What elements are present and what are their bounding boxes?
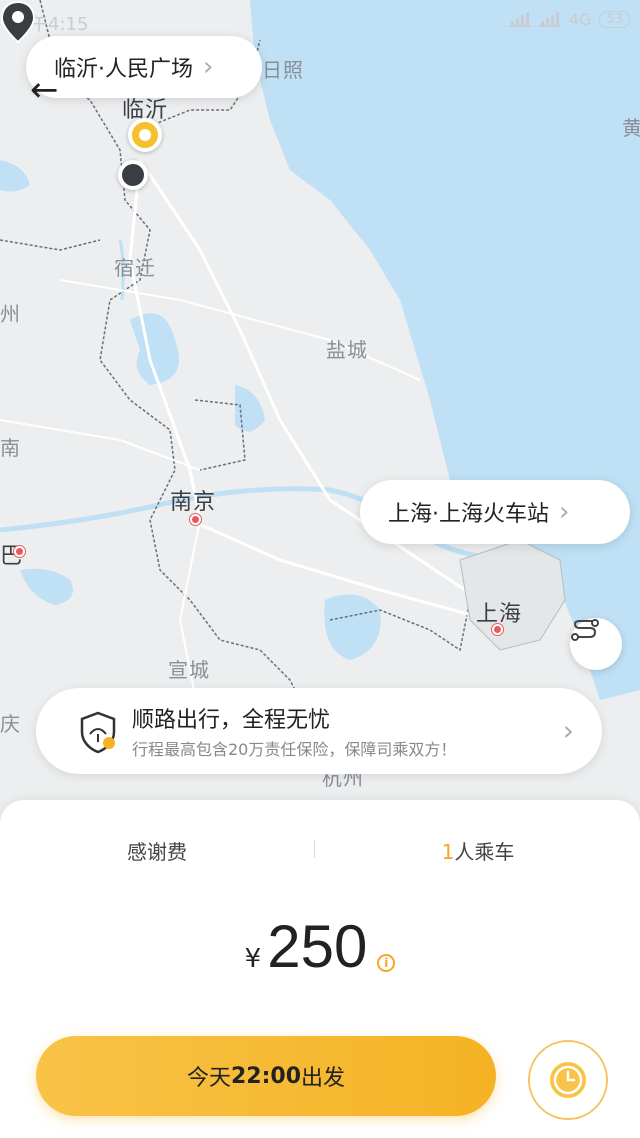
info-icon[interactable]: i (377, 954, 396, 972)
order-sheet: 感谢费 1人乘车 ¥ 250 i 今天 22:00 出发 (0, 800, 640, 1138)
passenger-label: 人乘车 (454, 840, 515, 864)
clock-icon (550, 1062, 586, 1098)
map-label-qing: 庆 (0, 712, 21, 736)
map-label-nan: 南 (0, 436, 21, 460)
destination-pin (0, 0, 36, 44)
network-type: 4G (568, 10, 592, 29)
route-icon (571, 619, 599, 641)
origin-label: 临沂·人民广场 (54, 57, 193, 82)
divider (314, 840, 315, 858)
map-label-suqian: 宿迁 (114, 256, 156, 280)
depart-button[interactable]: 今天 22:00 出发 (36, 1036, 496, 1116)
destination-callout[interactable]: 上海·上海火车站 › (360, 480, 630, 544)
signal-icon (508, 11, 531, 27)
nanjing-marker (190, 514, 201, 525)
passenger-count: 1 (441, 840, 455, 864)
depart-time: 22:00 (230, 1063, 302, 1089)
map-label-xuancheng: 宣城 (168, 658, 210, 682)
arrow-left-icon: ← (30, 70, 59, 110)
map-label-shanghai: 上海 (476, 602, 523, 627)
banner-subtitle: 行程最高包含20万责任保险，保障司乘双方！ (132, 740, 457, 759)
battery-icon: 53 (599, 11, 630, 28)
passenger-count-button[interactable]: 1人乘车 (316, 836, 640, 865)
map-label-yancheng: 盐城 (326, 338, 368, 362)
signal-icon-2 (538, 11, 561, 27)
shanghai-marker (492, 624, 503, 635)
current-location-pin (118, 160, 148, 190)
currency-symbol: ¥ (244, 944, 262, 974)
destination-label: 上海·上海火车站 (388, 502, 549, 527)
map-label-zhou: 州 (0, 302, 21, 326)
back-button[interactable]: ← (30, 70, 74, 114)
shield-icon (80, 711, 116, 754)
status-indicators: 4G 53 (508, 10, 630, 29)
chevron-right-icon: › (562, 714, 574, 747)
depart-prefix: 今天 (186, 1066, 231, 1091)
map-label-rizhao: 日照 (262, 58, 304, 82)
route-button[interactable] (570, 618, 622, 670)
map-label-huang: 黄 (622, 116, 640, 140)
ba-marker (14, 546, 25, 557)
map-label-nanjing: 南京 (170, 490, 217, 515)
chevron-right-icon: › (203, 52, 214, 82)
thanks-fee-label: 感谢费 (127, 840, 187, 864)
schedule-button[interactable] (528, 1040, 608, 1120)
origin-pin (128, 118, 162, 152)
price-row: ¥ 250 i (0, 912, 640, 981)
depart-suffix: 出发 (301, 1066, 346, 1091)
chevron-right-icon: › (559, 497, 570, 527)
thanks-fee-button[interactable]: 感谢费 (0, 836, 314, 865)
safety-banner[interactable]: 顺路出行，全程无忧 行程最高包含20万责任保险，保障司乘双方！ › (36, 688, 602, 774)
banner-title: 顺路出行，全程无忧 (132, 708, 331, 733)
price-value: 250 (267, 913, 368, 980)
